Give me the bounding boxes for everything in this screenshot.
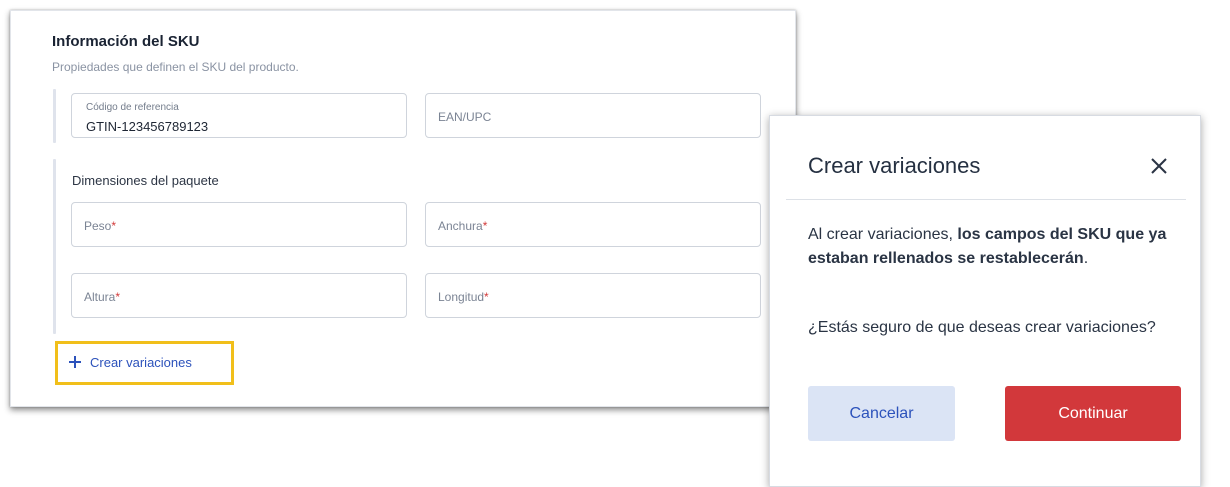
sku-info-card: Información del SKU Propiedades que defi… (10, 10, 796, 407)
weight-label: Peso (84, 219, 112, 233)
ean-upc-field[interactable]: EAN/UPC (425, 93, 761, 138)
modal-warning-intro: Al crear variaciones, (808, 226, 958, 243)
weight-required-mark: * (111, 219, 117, 233)
length-field[interactable]: Longitud* (425, 273, 761, 318)
modal-divider (786, 199, 1186, 200)
close-icon[interactable] (1147, 154, 1171, 178)
modal-warning-end: . (1083, 250, 1089, 267)
card-title: Información del SKU (52, 33, 200, 50)
continue-button[interactable]: Continuar (1005, 386, 1181, 441)
cancel-button[interactable]: Cancelar (808, 386, 955, 441)
group-indicator-dimensions (53, 159, 56, 334)
package-dimensions-label: Dimensiones del paquete (72, 173, 219, 188)
modal-warning-text: Al crear variaciones, los campos del SKU… (808, 223, 1178, 271)
width-label: Anchura (438, 219, 483, 233)
length-label: Longitud (438, 290, 485, 304)
height-label: Altura (84, 290, 116, 304)
width-field[interactable]: Anchura* (425, 202, 761, 247)
card-subtitle: Propiedades que definen el SKU del produ… (52, 60, 299, 74)
length-required-mark: * (484, 290, 489, 304)
reference-code-label: Código de referencia (86, 102, 179, 113)
height-field[interactable]: Altura* (71, 273, 407, 318)
create-variations-link[interactable]: Crear variaciones (69, 351, 192, 373)
width-required-mark: * (482, 219, 488, 233)
reference-code-value: GTIN-123456789123 (86, 119, 209, 134)
modal-title: Crear variaciones (808, 153, 981, 178)
group-indicator-reference (53, 89, 56, 143)
height-required-mark: * (115, 290, 121, 304)
create-variations-modal: Crear variaciones Al crear variaciones, … (769, 115, 1201, 487)
ean-upc-placeholder: EAN/UPC (438, 110, 492, 124)
modal-question-text: ¿Estás seguro de que deseas crear variac… (808, 319, 1156, 336)
weight-field[interactable]: Peso* (71, 202, 407, 247)
create-variations-label: Crear variaciones (90, 354, 192, 370)
reference-code-field[interactable]: Código de referencia GTIN-123456789123 (71, 93, 407, 138)
plus-icon (69, 356, 81, 368)
